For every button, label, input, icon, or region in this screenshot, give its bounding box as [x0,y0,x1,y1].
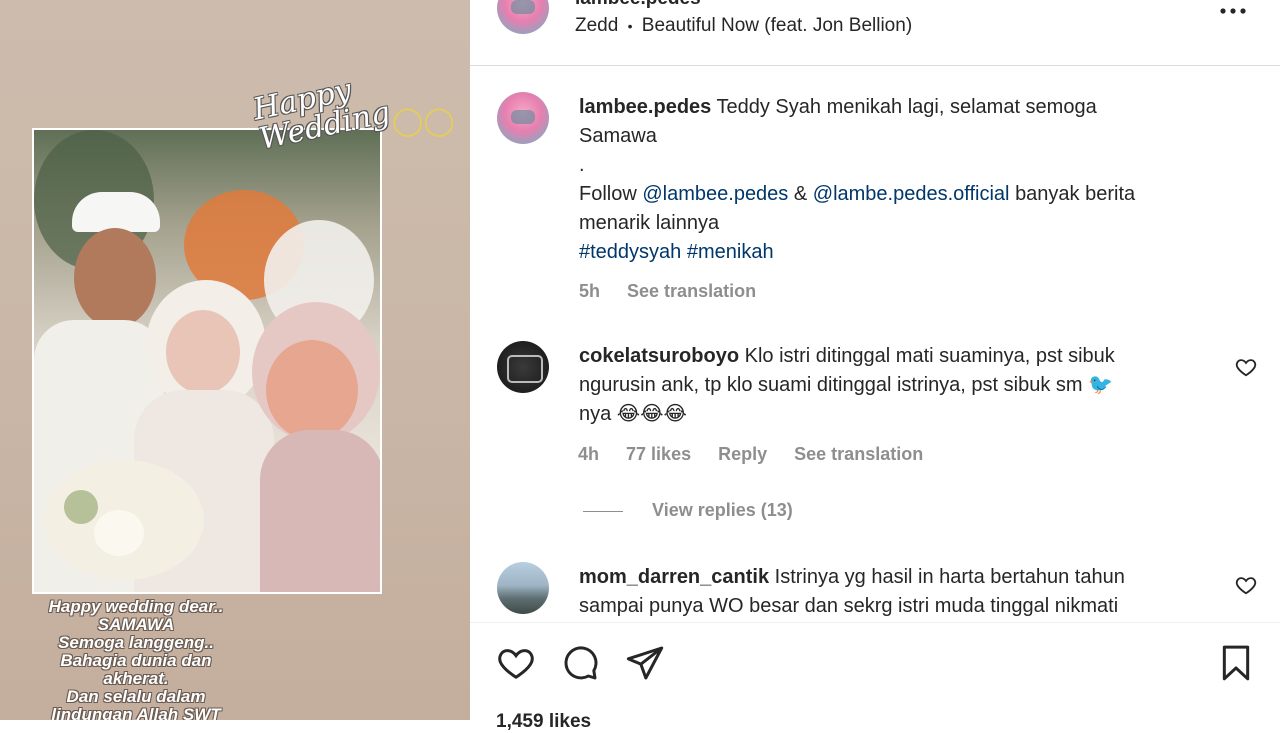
caption-time[interactable]: 5h [579,281,600,301]
caption-text-line1: Teddy Syah menikah lagi, selamat semoga [716,96,1097,118]
comment-see-translation[interactable]: See translation [794,444,923,464]
comment-clip: mom_darren_cantik Istrinya yg hasil in h… [470,550,1280,622]
follow-suffix: banyak berita [1015,183,1136,205]
artist-name: Zedd [575,15,619,36]
audio-track[interactable]: Zedd • Beautiful Now (feat. Jon Bellion) [575,15,912,37]
post-caption: lambee.pedes Teddy Syah menikah lagi, se… [579,93,1259,267]
caption-dot: . [579,154,585,176]
save-bookmark-icon[interactable] [1216,643,1256,683]
comment-likes[interactable]: 77 likes [626,444,691,464]
follow-line2: menarik lainnya [579,212,720,234]
comment-text-line1: Istrinya yg hasil in harta bertahun tahu… [774,566,1125,588]
avatar[interactable] [497,0,549,34]
likes-count[interactable]: 1,459 likes [496,711,591,733]
comment-like-heart-icon[interactable] [1235,574,1257,596]
caption-avatar[interactable] [497,92,549,144]
comment-avatar[interactable] [497,562,549,614]
song-title: Beautiful Now (feat. Jon Bellion) [641,15,913,36]
comment-text-line3: nya 😂😂😂 [579,403,687,425]
post-detail-panel: lambee.pedes Zedd • Beautiful Now (feat.… [470,0,1280,732]
comment-username[interactable]: mom_darren_cantik [579,566,769,588]
header-username[interactable]: lambee.pedes [575,0,701,10]
view-replies-label: View replies (13) [652,500,793,520]
comment-bubble-icon[interactable] [560,643,600,683]
ampersand: & [793,183,808,205]
story-caption: Happy wedding dear.. SAMAWA Semoga langg… [48,597,224,721]
separator: • [627,18,633,34]
post-action-bar: 1,459 likes [470,622,1280,732]
like-heart-icon[interactable] [496,643,536,683]
more-options-icon[interactable] [1218,4,1248,18]
comment-like-heart-icon[interactable] [1235,356,1257,378]
caption-text-line2: Samawa [579,125,657,147]
hashtag-menikah[interactable]: #menikah [687,241,774,263]
comment-text-line2: ngurusin ank, tp klo suami ditinggal ist… [579,374,1114,396]
comment: cokelatsuroboyo Klo istri ditinggal mati… [579,342,1229,429]
wedding-photo [34,130,380,592]
view-replies-button[interactable]: View replies (13) [583,500,793,521]
mention-lambee-pedes[interactable]: @lambee.pedes [642,183,788,205]
comment-text-line2: sampai punya WO besar dan sekrg istri mu… [579,595,1119,617]
comment-username[interactable]: cokelatsuroboyo [579,345,739,367]
caption-username[interactable]: lambee.pedes [579,96,711,118]
comment-text-line1: Klo istri ditinggal mati suaminya, pst s… [744,345,1115,367]
comment-meta: 4h 77 likes Reply See translation [578,444,945,465]
comment-avatar[interactable] [497,341,549,393]
post-header: lambee.pedes Zedd • Beautiful Now (feat.… [470,0,1280,66]
post-media[interactable]: Happy Wedding ◯◯ Happy wedding dear.. SA… [0,0,470,720]
share-send-icon[interactable] [625,643,665,683]
view-replies-line [583,510,623,512]
mention-lambe-pedes-official[interactable]: @lambe.pedes.official [813,183,1010,205]
hashtag-teddysyah[interactable]: #teddysyah [579,241,681,263]
caption-meta: 5h See translation [579,281,778,302]
comment-reply-button[interactable]: Reply [718,444,767,464]
wedding-rings-icon: ◯◯ [392,105,455,136]
follow-prefix: Follow [579,183,637,205]
wedding-photo-frame [32,128,382,594]
comment-time[interactable]: 4h [578,444,599,464]
caption-see-translation[interactable]: See translation [627,281,756,301]
comment: mom_darren_cantik Istrinya yg hasil in h… [579,563,1239,621]
